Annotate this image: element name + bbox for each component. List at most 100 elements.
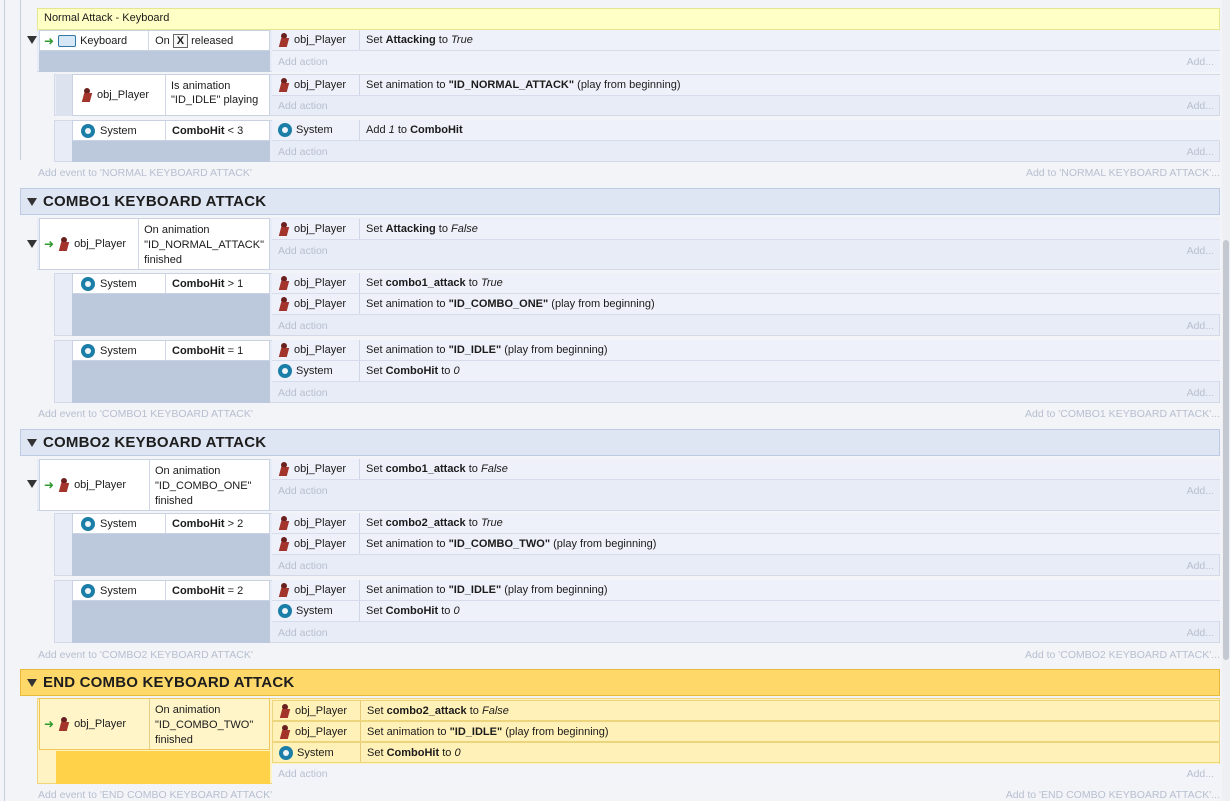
add-event-link[interactable]: Add event to 'END COMBO KEYBOARD ATTACK': [38, 789, 272, 801]
action-row[interactable]: System Add 1 to ComboHit: [272, 120, 1220, 141]
group-combo1[interactable]: COMBO1 KEYBOARD ATTACK: [20, 188, 1220, 215]
add-action-link[interactable]: Add action: [278, 146, 328, 158]
action-row[interactable]: System Set ComboHit to 0: [272, 361, 1220, 382]
action-row[interactable]: obj_Player Set animation to "ID_NORMAL_A…: [272, 75, 1220, 96]
condition-text: ComboHit = 1: [172, 344, 244, 357]
action-text: Set animation to "ID_COMBO_ONE" (play fr…: [366, 298, 655, 310]
condition-combohit-gt2[interactable]: System ComboHit > 2: [72, 513, 270, 534]
add-action-row[interactable]: Add action Add...: [272, 141, 1220, 162]
action-row[interactable]: obj_Player Set combo2_attack to False: [272, 700, 1220, 721]
add-more-link[interactable]: Add...: [1187, 100, 1214, 112]
action-object: obj_Player: [294, 277, 346, 289]
collapse-triangle-icon[interactable]: [27, 480, 37, 488]
condition-is-animation-playing[interactable]: obj_Player Is animation "ID_IDLE" playing: [72, 74, 270, 116]
collapse-triangle-icon[interactable]: [27, 438, 37, 447]
add-action-link[interactable]: Add action: [278, 560, 328, 572]
add-to-group-link[interactable]: Add to 'END COMBO KEYBOARD ATTACK'...: [1006, 789, 1220, 801]
collapse-triangle-icon[interactable]: [27, 36, 37, 44]
keyboard-icon: [58, 34, 77, 47]
condition-text: ComboHit < 3: [172, 124, 244, 137]
collapse-triangle-icon[interactable]: [27, 240, 37, 248]
condition-on-animation-finished[interactable]: ➜ obj_Player On animation "ID_COMBO_TWO" fi…: [39, 698, 270, 750]
vertical-scrollbar[interactable]: [1222, 0, 1230, 801]
add-event-link[interactable]: Add event to 'NORMAL KEYBOARD ATTACK': [38, 167, 252, 179]
add-more-link[interactable]: Add...: [1187, 146, 1214, 158]
player-sprite-icon: [278, 296, 290, 312]
action-text: Set animation to "ID_IDLE" (play from be…: [366, 584, 608, 596]
add-to-group-link[interactable]: Add to 'COMBO2 KEYBOARD ATTACK'...: [1025, 649, 1220, 661]
add-more-link[interactable]: Add...: [1187, 627, 1214, 639]
system-gear-icon: [278, 364, 292, 378]
add-more-link[interactable]: Add...: [1187, 560, 1214, 572]
action-text: Set Attacking to True: [366, 34, 473, 46]
add-event-link[interactable]: Add event to 'COMBO1 KEYBOARD ATTACK': [38, 408, 253, 420]
group-combo2[interactable]: COMBO2 KEYBOARD ATTACK: [20, 429, 1220, 456]
action-row[interactable]: System Set ComboHit to 0: [272, 601, 1220, 622]
action-text: Set combo1_attack to True: [366, 277, 503, 289]
add-more-link[interactable]: Add...: [1187, 768, 1214, 780]
add-more-link[interactable]: Add...: [1187, 56, 1214, 68]
action-row[interactable]: obj_Player Set combo2_attack to True: [272, 513, 1220, 534]
collapse-triangle-icon[interactable]: [27, 197, 37, 206]
action-row[interactable]: System Set ComboHit to 0: [272, 742, 1220, 763]
add-action-link[interactable]: Add action: [278, 768, 328, 780]
add-action-row[interactable]: Add action Add...: [272, 555, 1220, 576]
action-object: obj_Player: [294, 344, 346, 356]
add-action-row[interactable]: Add action Add...: [272, 622, 1220, 643]
action-text: Set ComboHit to 0: [366, 605, 460, 617]
add-action-link[interactable]: Add action: [278, 56, 328, 68]
player-sprite-icon: [279, 724, 291, 740]
action-text: Set combo2_attack to True: [366, 517, 503, 529]
add-action-link[interactable]: Add action: [278, 387, 328, 399]
add-action-row[interactable]: Add action Add...: [272, 764, 1220, 784]
player-sprite-icon: [278, 582, 290, 598]
add-more-link[interactable]: Add...: [1187, 387, 1214, 399]
condition-combohit-eq2[interactable]: System ComboHit = 2: [72, 580, 270, 601]
action-row[interactable]: obj_Player Set animation to "ID_COMBO_TW…: [272, 534, 1220, 555]
action-row[interactable]: obj_Player Set combo1_attack to True: [272, 273, 1220, 294]
action-text: Add 1 to ComboHit: [366, 124, 463, 136]
outline-guide: [20, 0, 21, 160]
comment-normal-attack[interactable]: Normal Attack - Keyboard: [37, 8, 1220, 30]
condition-combohit-gt1[interactable]: System ComboHit > 1: [72, 273, 270, 294]
add-action-link[interactable]: Add action: [278, 100, 328, 112]
condition-combohit-eq1[interactable]: System ComboHit = 1: [72, 340, 270, 361]
scrollbar-thumb[interactable]: [1223, 240, 1229, 660]
add-action-row[interactable]: Add action Add...: [272, 382, 1220, 403]
player-sprite-icon: [278, 275, 290, 291]
add-more-link[interactable]: Add...: [1187, 320, 1214, 332]
group-title: END COMBO KEYBOARD ATTACK: [43, 674, 295, 691]
collapse-triangle-icon[interactable]: [27, 678, 37, 687]
action-row[interactable]: obj_Player Set combo1_attack to False: [272, 459, 1220, 480]
condition-on-animation-finished[interactable]: ➜ obj_Player On animation "ID_COMBO_ONE" fi…: [39, 459, 270, 511]
add-action-link[interactable]: Add action: [278, 485, 328, 497]
add-action-row[interactable]: Add action Add...: [272, 96, 1220, 116]
add-action-link[interactable]: Add action: [278, 320, 328, 332]
condition-on-animation-finished[interactable]: ➜ obj_Player On animation "ID_NORMAL_ATTAC…: [39, 218, 270, 270]
trigger-arrow-icon: ➜: [44, 717, 55, 731]
add-action-row[interactable]: Add action Add...: [272, 315, 1220, 336]
add-action-row[interactable]: Add action Add...: [272, 51, 1220, 72]
action-row[interactable]: obj_Player Set animation to "ID_IDLE" (p…: [272, 340, 1220, 361]
add-action-link[interactable]: Add action: [278, 627, 328, 639]
add-action-link[interactable]: Add action: [278, 245, 328, 257]
action-row[interactable]: obj_Player Set animation to "ID_IDLE" (p…: [272, 580, 1220, 601]
condition-text: ComboHit > 2: [172, 517, 244, 530]
action-row[interactable]: obj_Player Set Attacking to False: [272, 219, 1220, 240]
condition-filler: [72, 361, 270, 403]
condition-keyboard[interactable]: ➜ Keyboard On Xreleased: [39, 30, 270, 51]
add-action-row[interactable]: Add action Add...: [272, 240, 1220, 261]
condition-combohit-lt3[interactable]: System ComboHit < 3: [72, 120, 270, 141]
condition-object: obj_Player: [97, 89, 149, 101]
add-to-group-link[interactable]: Add to 'COMBO1 KEYBOARD ATTACK'...: [1025, 408, 1220, 420]
add-more-link[interactable]: Add...: [1187, 485, 1214, 497]
action-row[interactable]: obj_Player Set animation to "ID_IDLE" (p…: [272, 721, 1220, 742]
add-more-link[interactable]: Add...: [1187, 245, 1214, 257]
action-row[interactable]: obj_Player Set animation to "ID_COMBO_ON…: [272, 294, 1220, 315]
action-row[interactable]: obj_Player Set Attacking to True: [272, 30, 1220, 51]
add-action-row[interactable]: Add action Add...: [272, 480, 1220, 501]
add-to-group-link[interactable]: Add to 'NORMAL KEYBOARD ATTACK'...: [1026, 167, 1220, 179]
system-gear-icon: [81, 276, 95, 291]
group-end-combo[interactable]: END COMBO KEYBOARD ATTACK: [20, 669, 1220, 696]
add-event-link[interactable]: Add event to 'COMBO2 KEYBOARD ATTACK': [38, 649, 253, 661]
